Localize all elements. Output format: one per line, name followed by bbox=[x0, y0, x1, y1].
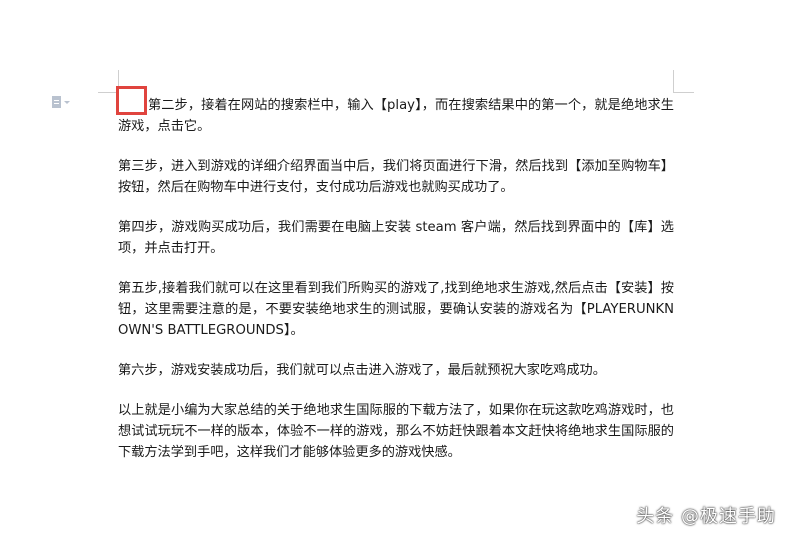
paragraph-step-4: 第四步，游戏购买成功后，我们需要在电脑上安装 steam 客户端，然后找到界面中… bbox=[118, 220, 674, 256]
chevron-down-icon bbox=[64, 100, 70, 104]
document-body[interactable]: 第二步，接着在网站的搜索栏中，输入【play】，而在搜索结果中的第一个，就是绝地… bbox=[118, 95, 674, 482]
highlight-box bbox=[116, 86, 147, 115]
paragraph-step-6: 第六步，游戏安装成功后，我们就可以点击进入游戏了，最后就预祝大家吃鸡成功。 bbox=[118, 363, 606, 378]
document-options-icon[interactable] bbox=[52, 95, 80, 109]
paragraph-step-5: 第五步,接着我们就可以在这里看到我们所购买的游戏了,找到绝地求生游戏,然后点击【… bbox=[118, 281, 674, 338]
paragraph-step-3: 第三步，进入到游戏的详细介绍界面当中后，我们将页面进行下滑，然后找到【添加至购物… bbox=[118, 159, 674, 195]
document-page: 第二步，接着在网站的搜索栏中，输入【play】，而在搜索结果中的第一个，就是绝地… bbox=[0, 0, 792, 541]
paragraph-summary: 以上就是小编为大家总结的关于绝地求生国际服的下载方法了，如果你在玩这款吃鸡游戏时… bbox=[118, 403, 674, 460]
watermark: 头条 @极速手助 bbox=[636, 506, 776, 527]
paragraph-step-2: 第二步，接着在网站的搜索栏中，输入【play】，而在搜索结果中的第一个，就是绝地… bbox=[118, 98, 674, 134]
margin-mark-top-right bbox=[673, 70, 694, 93]
document-icon bbox=[52, 96, 61, 108]
